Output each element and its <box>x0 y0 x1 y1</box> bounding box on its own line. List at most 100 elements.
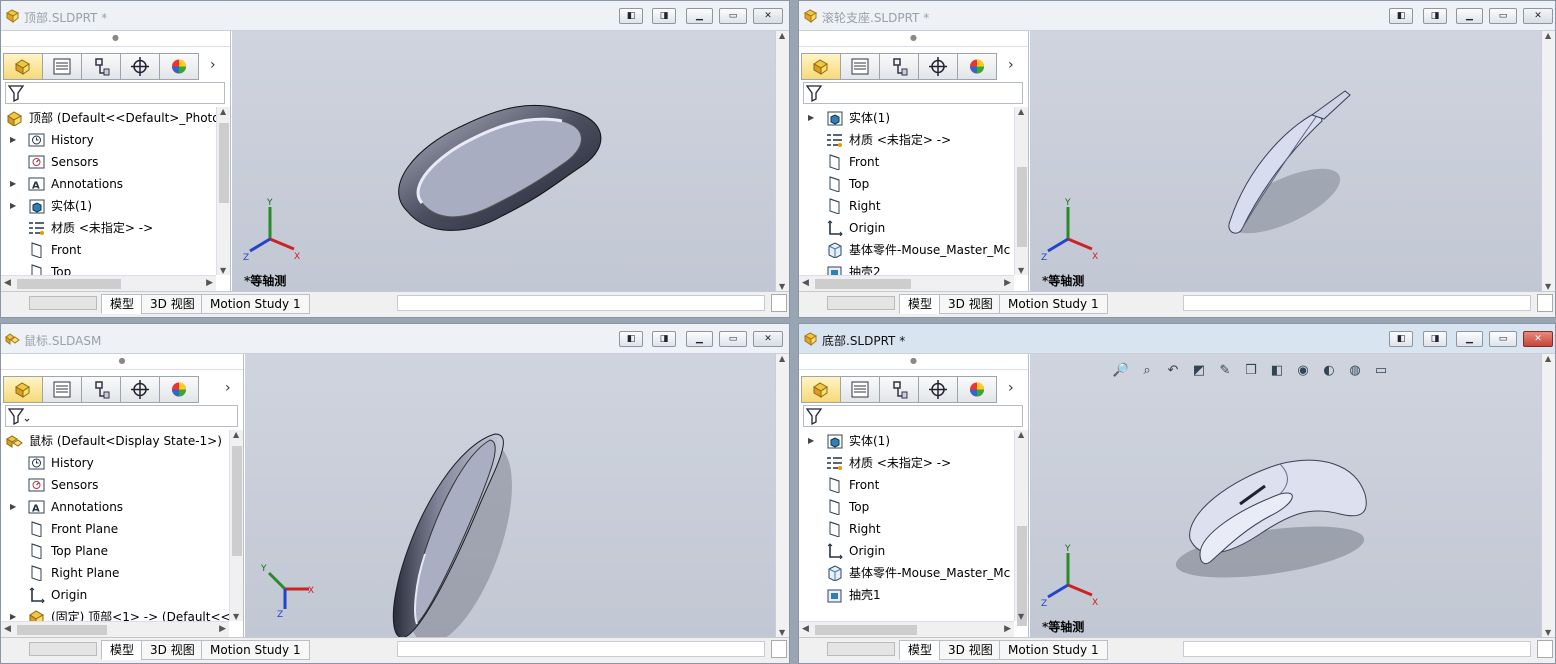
tree-node[interactable]: 材质 <未指定> -> <box>1 217 216 239</box>
model-wheel-support[interactable] <box>1190 81 1390 251</box>
expand-arrow-icon[interactable]: ▶ <box>808 430 814 452</box>
tabs-more-arrow-icon[interactable]: › <box>225 380 231 396</box>
propertymanager-tab[interactable] <box>42 53 82 80</box>
tree-node[interactable]: Origin <box>799 540 1014 562</box>
configurationmanager-tab[interactable] <box>879 53 919 80</box>
scroll-thumb[interactable] <box>1017 526 1027 626</box>
expand-arrow-icon[interactable]: ▶ <box>10 496 16 518</box>
tree-node[interactable]: 顶部 (Default<<Default>_Photo <box>1 107 216 129</box>
tree-node[interactable]: Front Plane <box>1 518 229 540</box>
expand-arrow-icon[interactable]: ▶ <box>808 107 814 129</box>
expand-arrow-icon[interactable]: ▶ <box>10 606 16 621</box>
scroll-up-arrow-icon[interactable]: ▲ <box>1018 107 1024 116</box>
dimxpert-tab[interactable] <box>120 376 160 403</box>
model-bottom-part[interactable] <box>1170 434 1390 584</box>
dimxpert-tab[interactable] <box>120 53 160 80</box>
zoom-to-fit-icon[interactable]: 🔎 <box>1110 362 1132 380</box>
tree-node[interactable]: 基体零件-Mouse_Master_Mc <box>799 562 1014 584</box>
scroll-thumb[interactable] <box>17 279 121 289</box>
hide-show-icon[interactable]: ◉ <box>1292 362 1314 380</box>
tree-horizontal-scrollbar[interactable]: ◀ ▶ <box>1 275 216 291</box>
tab-model[interactable]: 模型 <box>101 640 144 660</box>
configurationmanager-tab[interactable] <box>81 376 121 403</box>
tab-motion-study[interactable]: Motion Study 1 <box>201 294 310 314</box>
size-grip[interactable] <box>771 640 787 658</box>
title-bar[interactable]: 滚轮支座.SLDPRT * ◧ ◨ ▁ ▭ ✕ <box>799 1 1555 31</box>
scroll-thumb[interactable] <box>1017 167 1027 247</box>
tree-node[interactable]: 材质 <未指定> -> <box>799 452 1014 474</box>
scroll-right-arrow-icon[interactable]: ▶ <box>206 278 213 288</box>
displaymanager-tab[interactable] <box>957 53 997 80</box>
tab-3d-view[interactable]: 3D 视图 <box>939 294 1002 314</box>
tree-node[interactable]: Right <box>799 518 1014 540</box>
tree-node[interactable]: ▶ 实体(1) <box>1 195 216 217</box>
scroll-left-arrow-icon[interactable]: ◀ <box>4 624 11 634</box>
scroll-thumb[interactable] <box>815 625 917 635</box>
displaymanager-tab[interactable] <box>159 376 199 403</box>
tree-node[interactable]: 基体零件-Mouse_Master_Mc <box>799 239 1014 261</box>
tree-node[interactable]: ▶ A Annotations <box>1 173 216 195</box>
tree-horizontal-scrollbar[interactable]: ◀ ▶ <box>799 275 1014 291</box>
view-orientation-icon[interactable]: ❒ <box>1240 362 1262 380</box>
apply-scene-icon[interactable]: ◍ <box>1344 362 1366 380</box>
scroll-right-arrow-icon[interactable]: ▶ <box>1004 278 1011 288</box>
close-button[interactable]: ✕ <box>1523 331 1553 347</box>
scroll-down-arrow-icon[interactable]: ▼ <box>779 628 785 637</box>
tree-node[interactable]: ▶ History <box>1 129 216 151</box>
panel-grip[interactable]: ● <box>1 354 243 370</box>
scroll-up-arrow-icon[interactable]: ▲ <box>233 430 239 439</box>
graphics-viewport[interactable]: Y X Z *等轴测 <box>1030 31 1541 291</box>
horizontal-scrollbar[interactable] <box>1183 295 1531 311</box>
edit-appearance-icon[interactable]: ◐ <box>1318 362 1340 380</box>
tab-navigation-arrows[interactable] <box>29 296 97 310</box>
tree-node[interactable]: Sensors <box>1 151 216 173</box>
tabs-more-arrow-icon[interactable]: › <box>210 57 216 73</box>
tree-node[interactable]: 材质 <未指定> -> <box>799 129 1014 151</box>
expand-arrow-icon[interactable]: ▶ <box>10 195 16 217</box>
tile-left-button[interactable]: ◧ <box>619 331 643 347</box>
previous-view-icon[interactable]: ↶ <box>1162 362 1184 380</box>
panel-grip[interactable]: ● <box>799 354 1028 370</box>
viewport-vertical-scrollbar[interactable]: ▲ ▼ <box>1541 31 1555 291</box>
dynamic-annotation-icon[interactable]: ✎ <box>1214 362 1236 380</box>
tree-node[interactable]: Top Plane <box>1 540 229 562</box>
document-window-wheel-support[interactable]: 滚轮支座.SLDPRT * ◧ ◨ ▁ ▭ ✕ ● › ▶ 实体(1) 材质 <未指… <box>798 0 1556 318</box>
zoom-area-icon[interactable]: ⌕ <box>1136 362 1158 380</box>
close-button[interactable]: ✕ <box>753 8 783 24</box>
tab-motion-study[interactable]: Motion Study 1 <box>201 640 310 660</box>
propertymanager-tab[interactable] <box>42 376 82 403</box>
displaymanager-tab[interactable] <box>159 53 199 80</box>
document-window-mouse-assembly[interactable]: 鼠标.SLDASM ◧ ◨ ▁ ▭ ✕ ● › 鼠标 (Default<Disp… <box>0 323 790 664</box>
featuremanager-tab[interactable] <box>801 376 841 403</box>
scroll-down-arrow-icon[interactable]: ▼ <box>1018 612 1024 621</box>
panel-grip[interactable]: ● <box>1 31 230 47</box>
tree-vertical-scrollbar[interactable]: ▲ ▼ <box>216 107 230 275</box>
restore-button[interactable]: ▭ <box>719 331 747 347</box>
graphics-viewport[interactable]: 🔎 ⌕ ↶ ◩ ✎ ❒ ◧ ◉ ◐ ◍ ▭ Y X Z *等轴测 <box>1030 354 1541 637</box>
section-view-icon[interactable]: ◩ <box>1188 362 1210 380</box>
scroll-up-arrow-icon[interactable]: ▲ <box>1545 31 1551 40</box>
tree-node[interactable]: Front <box>1 239 216 261</box>
size-grip[interactable] <box>771 294 787 312</box>
close-button[interactable]: ✕ <box>1523 8 1553 24</box>
tab-model[interactable]: 模型 <box>899 294 942 314</box>
restore-button[interactable]: ▭ <box>1489 331 1517 347</box>
model-top-shell[interactable] <box>382 91 612 241</box>
tile-left-button[interactable]: ◧ <box>1389 331 1413 347</box>
tree-node[interactable]: Front <box>799 151 1014 173</box>
tree-node[interactable]: Origin <box>799 217 1014 239</box>
horizontal-scrollbar[interactable] <box>1183 641 1531 657</box>
tab-3d-view[interactable]: 3D 视图 <box>141 294 204 314</box>
restore-button[interactable]: ▭ <box>1489 8 1517 24</box>
configurationmanager-tab[interactable] <box>81 53 121 80</box>
tree-node[interactable]: ▶ 实体(1) <box>799 430 1014 452</box>
view-settings-icon[interactable]: ▭ <box>1370 362 1392 380</box>
featuremanager-tab[interactable] <box>3 376 43 403</box>
tabs-more-arrow-icon[interactable]: › <box>1008 57 1014 73</box>
tree-vertical-scrollbar[interactable]: ▲ ▼ <box>1014 107 1028 275</box>
tree-node[interactable]: Right <box>799 195 1014 217</box>
expand-arrow-icon[interactable]: ▶ <box>10 129 16 151</box>
display-style-icon[interactable]: ◧ <box>1266 362 1288 380</box>
scroll-thumb[interactable] <box>219 123 229 203</box>
scroll-down-arrow-icon[interactable]: ▼ <box>1545 628 1551 637</box>
